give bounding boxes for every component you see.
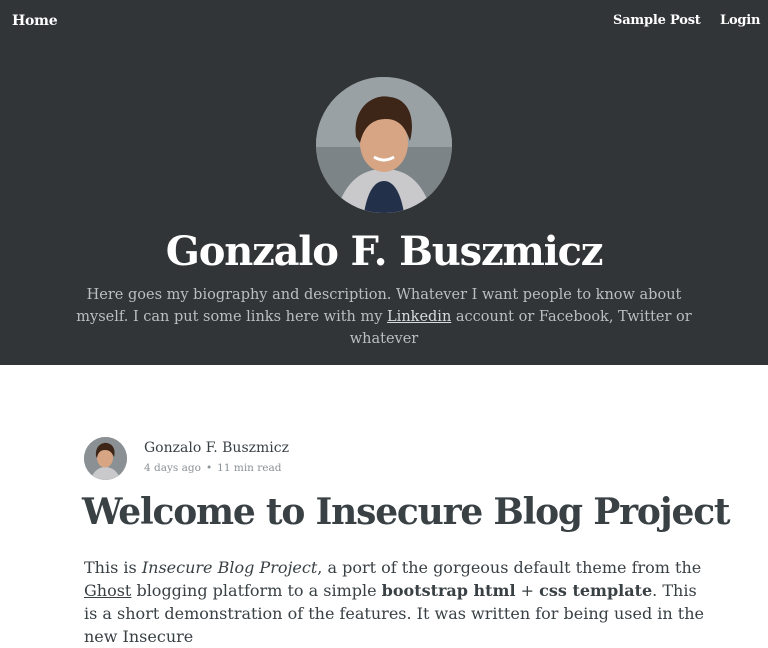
body-text: blogging platform to a simple (131, 581, 382, 600)
linkedin-link[interactable]: Linkedin (387, 309, 451, 325)
post-author-name[interactable]: Gonzalo F. Buszmicz (144, 440, 289, 456)
body-strong: bootstrap html (381, 581, 516, 600)
nav-login-link[interactable]: Login (720, 13, 760, 28)
post-date: 4 days ago (144, 462, 201, 474)
body-strong: css template (539, 581, 653, 600)
ghost-link[interactable]: Ghost (84, 581, 131, 600)
body-emphasis: Insecure Blog Project (141, 558, 318, 577)
nav-home-link[interactable]: Home (12, 13, 58, 29)
nav-sample-post-link[interactable]: Sample Post (613, 13, 701, 28)
profile-avatar (316, 77, 452, 213)
author-title: Gonzalo F. Buszmicz (165, 228, 604, 275)
post-excerpt: This is Insecure Blog Project, a port of… (84, 556, 704, 648)
author-bio: Here goes my biography and description. … (70, 284, 698, 350)
body-text: , a port of the gorgeous default theme f… (317, 558, 702, 577)
post-meta: 4 days ago • 11 min read (144, 462, 282, 474)
post-title[interactable]: Welcome to Insecure Blog Project (82, 488, 731, 536)
body-text: This is (84, 558, 142, 577)
body-text: + (515, 581, 540, 600)
post-read-time: 11 min read (217, 462, 282, 474)
hero-header: Home Sample Post Login Gonzalo F. Buszmi… (0, 0, 768, 365)
meta-separator: • (205, 462, 213, 474)
post-author-avatar[interactable] (84, 437, 127, 480)
